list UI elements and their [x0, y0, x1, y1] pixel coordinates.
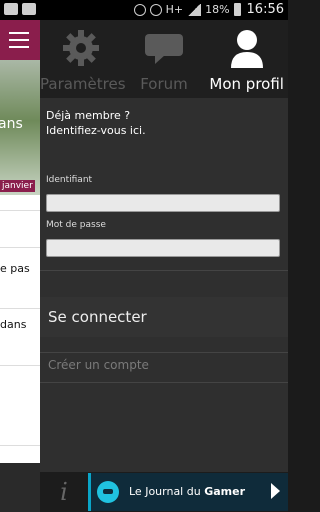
- tab-parametres[interactable]: Paramètres: [40, 20, 126, 98]
- battery-icon: [233, 3, 241, 16]
- tab-label: Paramètres: [40, 75, 126, 93]
- article-date: janvier: [0, 180, 35, 192]
- settings-notification-icon: [4, 3, 18, 15]
- banner-prefix: Le Journal du: [129, 485, 205, 498]
- create-account-button[interactable]: Créer un compte: [40, 350, 288, 380]
- list-item-text: e pas: [0, 262, 30, 275]
- divider: [0, 445, 40, 446]
- menu-toggle-button[interactable]: [0, 20, 40, 60]
- tab-mon-profil[interactable]: Mon profil: [205, 20, 288, 98]
- battery-percent: 18%: [205, 3, 230, 16]
- password-field[interactable]: [46, 239, 280, 257]
- password-label: Mot de passe: [46, 220, 106, 230]
- gear-icon: [63, 30, 100, 66]
- tab-label: Forum: [140, 75, 188, 93]
- intro-line: Déjà membre ?: [46, 109, 131, 122]
- divider: [40, 382, 288, 383]
- navigation-drawer: Paramètres Forum Mon profil Déjà membre …: [40, 20, 288, 512]
- play-arrow-icon: [271, 483, 280, 499]
- info-icon[interactable]: i: [46, 478, 82, 506]
- divider: [0, 365, 40, 366]
- login-panel: Déjà membre ? Identifiez-vous ici. Ident…: [40, 98, 288, 478]
- banner-title: Le Journal du Gamer: [129, 485, 245, 498]
- article-headline-fragment: ans: [0, 116, 23, 132]
- alarm-icon: [149, 3, 162, 16]
- bottom-bar: i Le Journal du Gamer: [40, 472, 288, 512]
- image-notification-icon: [22, 3, 36, 15]
- tab-label: Mon profil: [209, 75, 284, 93]
- journal-du-gamer-banner[interactable]: Le Journal du Gamer: [88, 473, 288, 511]
- divider: [0, 210, 40, 211]
- list-item-text: dans: [0, 318, 27, 331]
- user-profile-icon: [230, 30, 263, 68]
- background-article-list[interactable]: ans janvier e pas dans: [0, 20, 40, 512]
- network-type: H+: [165, 3, 184, 16]
- username-field[interactable]: [46, 194, 280, 212]
- robot-logo-icon: [97, 481, 119, 503]
- mute-icon: [133, 3, 146, 16]
- clock: 16:56: [246, 2, 284, 17]
- drawer-tabs: Paramètres Forum Mon profil: [40, 20, 288, 98]
- connect-button[interactable]: Se connecter: [40, 297, 288, 337]
- footer-bar: [0, 463, 40, 512]
- chat-bubble-icon: [145, 34, 183, 64]
- divider: [40, 270, 288, 271]
- status-bar: H+ 18% 16:56: [0, 0, 288, 20]
- divider: [0, 308, 40, 309]
- tab-forum[interactable]: Forum: [123, 20, 206, 98]
- login-intro: Déjà membre ? Identifiez-vous ici.: [46, 108, 146, 138]
- banner-brand: Gamer: [204, 485, 246, 498]
- intro-line: Identifiez-vous ici.: [46, 124, 146, 137]
- username-label: Identifiant: [46, 175, 93, 185]
- divider: [0, 247, 40, 248]
- signal-icon: [187, 3, 202, 16]
